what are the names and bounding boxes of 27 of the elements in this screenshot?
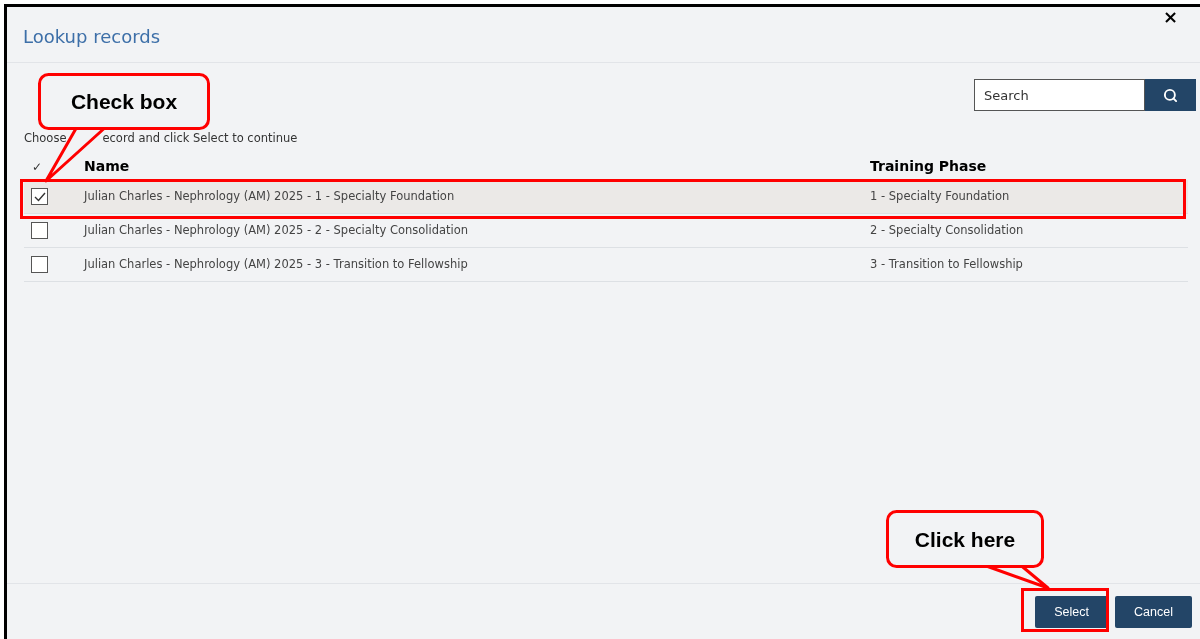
callout-text: Check box <box>70 91 178 112</box>
table-cell: 3 - Transition to Fellowship <box>870 256 1023 274</box>
table-row[interactable]: Julian Charles - Nephrology (AM) 2025 - 2 - Specialty Consolidation 2 - Specialty Consolidation <box>24 214 1188 249</box>
column-header[interactable]: Name <box>84 156 870 178</box>
column-header[interactable]: Training Phase <box>870 156 987 178</box>
search-icon <box>1163 87 1178 103</box>
callout-text: Click here <box>914 528 1016 550</box>
search-button[interactable] <box>1145 79 1196 111</box>
select-all-checkmark[interactable]: ✓ <box>24 157 84 176</box>
cancel-button[interactable]: Cancel <box>1115 596 1192 628</box>
table-row[interactable]: Julian Charles - Nephrology (AM) 2025 - 1 - Specialty Foundation 1 - Specialty Foundation <box>24 180 1188 215</box>
checkmark-icon <box>33 191 46 202</box>
row-checkbox[interactable] <box>31 188 48 206</box>
table-cell: 1 - Specialty Foundation <box>870 188 1010 206</box>
close-button[interactable]: × <box>1162 8 1178 26</box>
instruction-text: Choose <box>24 130 67 147</box>
row-checkbox[interactable] <box>31 256 48 274</box>
table-cell: 2 - Specialty Consolidation <box>870 222 1024 240</box>
table-cell-text: Julian Charles - Nephrology (AM) 2025 - 1 - Specialty Foundation <box>84 188 456 206</box>
instruction-text: ecord and click Select to continue <box>102 130 298 147</box>
table-cell-text: Julian Charles - Nephrology (AM) 2025 - 3 - Transition to Fellowship <box>84 256 469 274</box>
search-field[interactable]: Search <box>974 79 1145 111</box>
select-button[interactable]: Select <box>1035 596 1108 628</box>
dialog-title: Lookup records <box>23 25 161 49</box>
table-row[interactable]: Julian Charles - Nephrology (AM) 2025 - 3 - Transition to Fellowship 3 - Transition to Fellowship <box>24 248 1188 283</box>
table-cell-text: Julian Charles - Nephrology (AM) 2025 - 2 - Specialty Consolidation <box>84 222 470 240</box>
row-checkbox[interactable] <box>31 222 48 240</box>
